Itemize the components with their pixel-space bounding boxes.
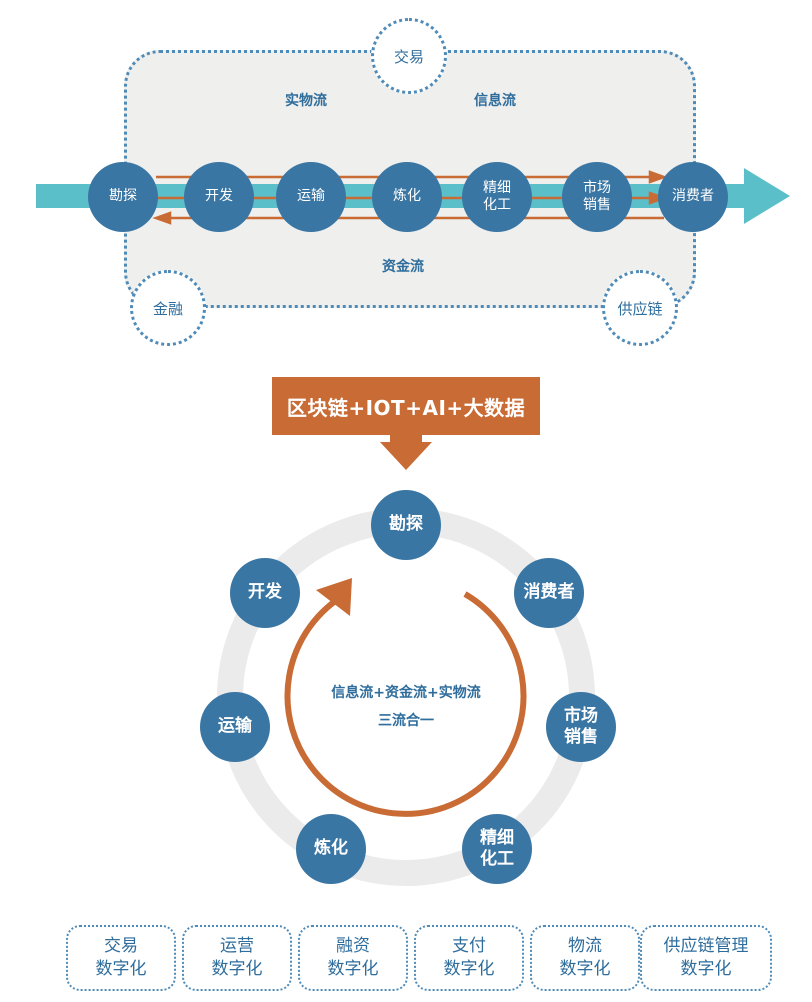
cycle-node-refine: 炼化 [296, 814, 366, 884]
cycle-node-fine-chem: 精细 化工 [462, 814, 532, 884]
trade-digitalization-box: 交易 数字化 [66, 925, 176, 991]
cycle-center-line1: 信息流+资金流+实物流 [331, 685, 481, 701]
cycle-node-transport: 运输 [200, 692, 270, 762]
payment-digitalization-box: 支付 数字化 [414, 925, 524, 991]
cycle-node-explore: 勘探 [371, 490, 441, 560]
cycle-orange-circle [284, 591, 527, 817]
cycle-node-develop: 开发 [230, 558, 300, 628]
operation-digitalization-box: 运营 数字化 [182, 925, 292, 991]
cycle-node-market: 市场 销售 [546, 692, 616, 762]
cycle-node-consumer: 消费者 [514, 558, 584, 628]
logistics-digitalization-box: 物流 数字化 [530, 925, 640, 991]
supply-chain-mgmt-digitalization-box: 供应链管理 数字化 [640, 925, 772, 991]
financing-digitalization-box: 融资 数字化 [298, 925, 408, 991]
cycle-center-line2: 三流合一 [378, 713, 434, 729]
